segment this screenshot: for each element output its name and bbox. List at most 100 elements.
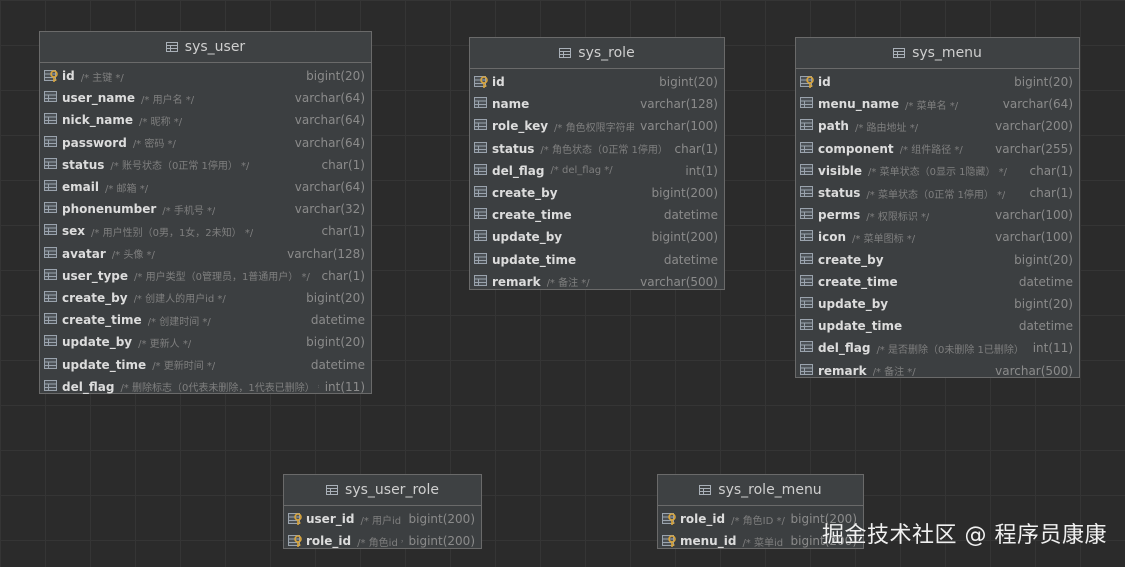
column-icon [800, 252, 816, 267]
column-row-create-by[interactable]: create_by bigint(20) [796, 249, 1079, 271]
column-comment: /* 手机号 */ [162, 205, 216, 217]
column-type: bigint(20) [306, 335, 365, 350]
column-row-create-by[interactable]: create_by /* 创建人的用户id */ bigint(20) [40, 287, 371, 309]
table-icon [699, 485, 712, 495]
column-row-role-key[interactable]: role_key /* 角色权限字符串 */ varchar(100) [470, 115, 724, 137]
column-type: varchar(255) [995, 141, 1073, 156]
column-row-perms[interactable]: perms /* 权限标识 */ varchar(100) [796, 204, 1079, 226]
column-name: sex [62, 224, 86, 239]
column-row-update-by[interactable]: update_by bigint(200) [470, 226, 724, 248]
column-row-update-by[interactable]: update_by /* 更新人 */ bigint(20) [40, 331, 371, 353]
column-row-update-time[interactable]: update_time datetime [470, 249, 724, 271]
column-type: datetime [1018, 319, 1073, 334]
column-row-status[interactable]: status /* 角色状态（0正常 1停用） */ char(1) [470, 138, 724, 160]
column-row-user-id[interactable]: user_id /* 用户id */ bigint(200) [284, 508, 481, 530]
table-header[interactable]: sys_role_menu [658, 475, 863, 506]
column-row-icon[interactable]: icon /* 菜单图标 */ varchar(100) [796, 226, 1079, 248]
column-type: varchar(64) [294, 180, 365, 195]
column-row-del-flag[interactable]: del_flag /* 是否删除（0未删除 1已删除） */ int(11) [796, 337, 1079, 359]
column-row-remark[interactable]: remark /* 备注 */ varchar(500) [796, 359, 1079, 381]
column-icon [44, 224, 60, 238]
column-icon [474, 97, 490, 111]
column-type: varchar(128) [287, 246, 365, 261]
column-type: bigint(200) [651, 230, 718, 245]
column-name: id [492, 75, 505, 90]
column-type: varchar(200) [995, 119, 1073, 134]
column-type: varchar(64) [294, 91, 365, 106]
column-row-create-time[interactable]: create_time datetime [470, 204, 724, 226]
column-name: phonenumber [62, 202, 157, 217]
column-icon [800, 141, 816, 156]
table-sys-user-role[interactable]: sys_user_role user_id /* 用户id */ bigint(20… [283, 474, 482, 549]
column-row-user-type[interactable]: user_type /* 用户类型（0管理员，1普通用户） */ char(1) [40, 265, 371, 287]
column-name: update_by [818, 296, 889, 311]
column-comment: /* 角色权限字符串 */ [554, 122, 635, 134]
column-comment: /* 更新人 */ [138, 338, 192, 350]
column-icon [800, 274, 816, 289]
table-header[interactable]: sys_user [40, 32, 371, 63]
column-comment: /* 用户名 */ [141, 94, 195, 106]
column-row-email[interactable]: email /* 邮箱 */ varchar(64) [40, 176, 371, 198]
column-comment: /* 路由地址 */ [854, 122, 919, 134]
column-row-create-time[interactable]: create_time /* 创建时间 */ datetime [40, 309, 371, 331]
column-name: remark [492, 274, 541, 289]
column-comment: /* 用户性别（0男，1女，2未知） */ [91, 227, 254, 239]
column-icon [800, 119, 816, 133]
column-row-update-time[interactable]: update_time /* 更新时间 */ datetime [40, 353, 371, 375]
column-row-user-name[interactable]: user_name /* 用户名 */ varchar(64) [40, 87, 371, 109]
table-sys-menu[interactable]: sys_menu id bigint(20) menu_name /* 菜单名 */ v… [795, 37, 1080, 378]
column-list: user_id /* 用户id */ bigint(200) role_id /* 角色… [284, 506, 481, 554]
column-row-create-by[interactable]: create_by bigint(200) [470, 182, 724, 204]
table-sys-user[interactable]: sys_user id/* 主键 */bigint(20) user_name /*… [39, 31, 372, 394]
column-row-password[interactable]: password /* 密码 */ varchar(64) [40, 132, 371, 154]
primary-key-icon [288, 534, 304, 548]
column-name: create_by [62, 290, 128, 305]
table-header[interactable]: sys_menu [796, 38, 1079, 69]
column-row-avatar[interactable]: avatar /* 头像 */ varchar(128) [40, 243, 371, 265]
column-type: char(1) [1029, 163, 1074, 178]
column-row-path[interactable]: path /* 路由地址 */ varchar(200) [796, 115, 1079, 137]
column-row-del-flag[interactable]: del_flag /* 删除标志（0代表未删除，1代表已删除） */ int(11) [40, 376, 371, 398]
table-title: sys_menu [912, 45, 982, 61]
column-row-create-time[interactable]: create_time datetime [796, 271, 1079, 293]
column-row-id[interactable]: id /* 主键 */ bigint(20) [40, 65, 371, 87]
column-row-role-id[interactable]: role_id /* 角色id */ bigint(200) [284, 530, 481, 552]
column-row-nick-name[interactable]: nick_name /* 昵称 */ varchar(64) [40, 109, 371, 131]
column-row-name[interactable]: name varchar(128) [470, 93, 724, 115]
column-name: menu_id [680, 534, 737, 549]
column-row-menu-name[interactable]: menu_name /* 菜单名 */ varchar(64) [796, 93, 1079, 115]
column-row-del-flag[interactable]: del_flag /* del_flag */ int(1) [470, 160, 724, 182]
column-icon [44, 379, 60, 394]
column-row-visible[interactable]: visible /* 菜单状态（0显示 1隐藏） */ char(1) [796, 160, 1079, 182]
column-row-status[interactable]: status /* 账号状态（0正常 1停用） */ char(1) [40, 154, 371, 176]
column-comment: /* 权限标识 */ [866, 211, 930, 223]
table-title: sys_role [578, 45, 635, 61]
column-row-remark[interactable]: remark /* 备注 */ varchar(500) [470, 271, 724, 293]
column-icon [44, 135, 60, 150]
column-icon [44, 91, 60, 105]
column-type: bigint(20) [659, 75, 718, 90]
column-row-component[interactable]: component /* 组件路径 */ varchar(255) [796, 138, 1079, 160]
table-sys-role[interactable]: sys_role id bigint(20) name varchar(128) rol… [469, 37, 725, 290]
column-row-sex[interactable]: sex /* 用户性别（0男，1女，2未知） */ char(1) [40, 220, 371, 242]
column-row-update-time[interactable]: update_time datetime [796, 315, 1079, 337]
column-comment: /* 用户类型（0管理员，1普通用户） */ [134, 272, 310, 284]
table-header[interactable]: sys_user_role [284, 475, 481, 506]
column-name: del_flag [492, 163, 545, 178]
column-row-id[interactable]: id bigint(20) [796, 71, 1079, 93]
table-header[interactable]: sys_role [470, 38, 724, 69]
column-type: bigint(20) [306, 290, 365, 305]
column-type: char(1) [674, 141, 719, 156]
column-icon [474, 163, 490, 178]
column-row-update-by[interactable]: update_by bigint(20) [796, 293, 1079, 315]
column-name: user_name [62, 91, 136, 106]
column-row-phonenumber[interactable]: phonenumber /* 手机号 */ varchar(32) [40, 198, 371, 220]
column-row-id[interactable]: id bigint(20) [470, 71, 724, 93]
column-name: update_time [62, 357, 147, 372]
primary-key-icon [662, 534, 678, 548]
column-row-status[interactable]: status /* 菜单状态（0正常 1停用） */ char(1) [796, 182, 1079, 204]
column-comment: /* 主键 */ [80, 72, 124, 84]
column-name: nick_name [62, 113, 134, 128]
column-comment: /* 创建时间 */ [147, 316, 211, 328]
column-icon [800, 319, 816, 333]
